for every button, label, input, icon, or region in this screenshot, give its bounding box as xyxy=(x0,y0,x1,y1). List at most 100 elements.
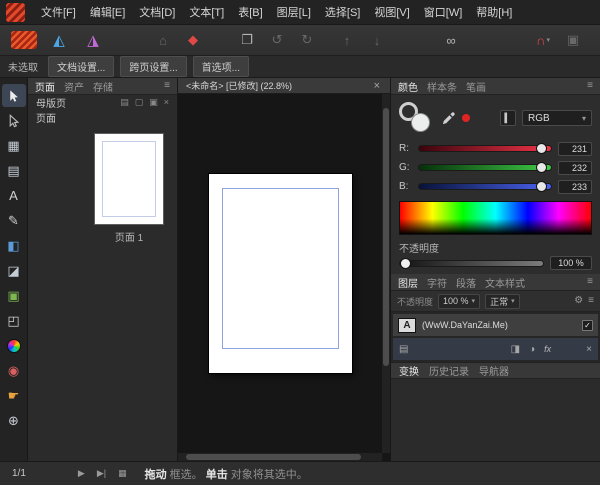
channel-r-thumb[interactable] xyxy=(536,143,547,154)
opacity-value[interactable]: 100 % xyxy=(550,256,592,270)
horizontal-scroll-thumb[interactable] xyxy=(186,454,361,460)
layer-item[interactable]: A (WwW.DaYanZai.Me) ✓ xyxy=(393,314,598,336)
menu-file[interactable]: 文件[F] xyxy=(34,0,83,24)
snapping-icon[interactable]: ∩▾ xyxy=(530,29,556,51)
tab-character[interactable]: 字符 xyxy=(427,275,447,290)
last-page-icon[interactable]: ▶| xyxy=(97,468,106,479)
adjustment-icon[interactable]: ◑ xyxy=(529,344,535,355)
document-tab[interactable]: <未命名> [已修改] (22.8%) xyxy=(186,79,292,92)
crop-tool[interactable]: ◰ xyxy=(2,309,26,332)
duplicate-page-icon[interactable]: ▣ xyxy=(149,98,158,107)
swatch-tool[interactable] xyxy=(2,334,26,357)
horizontal-scrollbar[interactable] xyxy=(178,453,382,461)
menu-table[interactable]: 表[B] xyxy=(231,0,269,24)
menu-text[interactable]: 文本[T] xyxy=(182,0,231,24)
channel-g-slider[interactable] xyxy=(418,164,552,171)
page-thumbnail[interactable] xyxy=(94,133,164,225)
vertical-scroll-thumb[interactable] xyxy=(383,108,389,366)
document-page[interactable] xyxy=(209,174,352,373)
move-tool[interactable] xyxy=(2,84,26,107)
publisher-persona-icon[interactable] xyxy=(11,31,37,49)
add-master-icon[interactable]: ▤ xyxy=(120,98,129,107)
color-format-icon[interactable]: ▍ xyxy=(500,110,516,126)
menu-layer[interactable]: 图层[L] xyxy=(270,0,318,24)
menu-edit[interactable]: 编辑[E] xyxy=(83,0,132,24)
vertical-scrollbar[interactable] xyxy=(382,94,390,453)
designer-persona-icon[interactable]: ◭ xyxy=(44,29,74,51)
close-document-icon[interactable]: × xyxy=(372,80,382,92)
pages-grid-icon[interactable]: ▦ xyxy=(118,468,127,479)
effects-icon[interactable]: fx xyxy=(544,344,551,354)
channel-b-slider[interactable] xyxy=(418,183,552,190)
color-panel-menu-icon[interactable]: ≡ xyxy=(587,81,593,91)
document-setup-button[interactable]: 文档设置... xyxy=(48,56,114,77)
tab-paragraph[interactable]: 段落 xyxy=(456,275,476,290)
tab-transform[interactable]: 变换 xyxy=(399,363,419,378)
tab-pages[interactable]: 页面 xyxy=(35,79,55,94)
channel-r-value[interactable]: 231 xyxy=(558,142,592,156)
redo-icon[interactable]: ↻ xyxy=(294,29,320,51)
menu-help[interactable]: 帮助[H] xyxy=(469,0,519,24)
color-spectrum-picker[interactable] xyxy=(399,201,592,235)
node-tool[interactable] xyxy=(2,109,26,132)
add-page-icon[interactable]: ▢ xyxy=(135,98,144,107)
move-backward-icon[interactable]: ↓ xyxy=(364,29,390,51)
zoom-tool[interactable]: ⊕ xyxy=(2,409,26,432)
channel-b-thumb[interactable] xyxy=(536,181,547,192)
menu-document[interactable]: 文档[D] xyxy=(132,0,182,24)
spread-setup-button[interactable]: 跨页设置... xyxy=(120,56,186,77)
delete-page-icon[interactable]: × xyxy=(164,98,169,107)
next-page-icon[interactable]: ▶ xyxy=(78,468,85,479)
layers-stack-icon[interactable]: ▤ xyxy=(399,344,408,355)
tab-assets[interactable]: 资产 xyxy=(64,79,84,94)
channel-r-slider[interactable] xyxy=(418,145,552,152)
blend-mode-select[interactable]: 正常 ▾ xyxy=(485,294,520,309)
preview-mode-icon[interactable]: ∞ xyxy=(438,29,464,51)
tab-color[interactable]: 颜色 xyxy=(398,79,418,94)
tab-text-styles[interactable]: 文本样式 xyxy=(485,275,525,290)
preflight-icon[interactable]: ◆ xyxy=(180,29,206,51)
opacity-thumb[interactable] xyxy=(400,258,411,269)
assistant-icon[interactable]: ▣ xyxy=(560,29,586,51)
menu-window[interactable]: 窗口[W] xyxy=(417,0,470,24)
frame-text-tool[interactable]: ▤ xyxy=(2,159,26,182)
tab-layers[interactable]: 图层 xyxy=(398,275,418,290)
pages-section-label[interactable]: 页面 xyxy=(36,110,56,125)
hand-tool[interactable]: ☛ xyxy=(2,384,26,407)
channel-g-thumb[interactable] xyxy=(536,162,547,173)
menu-select[interactable]: 选择[S] xyxy=(318,0,367,24)
picture-frame-tool[interactable]: ▣ xyxy=(2,284,26,307)
tab-stock[interactable]: 存储 xyxy=(93,79,113,94)
gear-icon[interactable]: ⚙ xyxy=(574,296,583,306)
artistic-text-tool[interactable]: A xyxy=(2,184,26,207)
tab-swatches[interactable]: 样本条 xyxy=(427,79,457,94)
canvas-viewport[interactable] xyxy=(178,94,390,461)
preferences-button[interactable]: 首选项... xyxy=(193,56,249,77)
delete-layer-icon[interactable]: × xyxy=(586,344,592,355)
color-picker-tool[interactable]: ◉ xyxy=(2,359,26,382)
move-forward-icon[interactable]: ↑ xyxy=(334,29,360,51)
layer-visibility-checkbox[interactable]: ✓ xyxy=(582,320,593,331)
menu-view[interactable]: 视图[V] xyxy=(367,0,416,24)
channel-b-value[interactable]: 233 xyxy=(558,180,592,194)
channel-g-value[interactable]: 232 xyxy=(558,161,592,175)
fill-color-swatch[interactable] xyxy=(411,113,430,132)
opacity-slider[interactable] xyxy=(399,260,544,267)
table-tool[interactable]: ▦ xyxy=(2,134,26,157)
page-thumbnail-item[interactable]: 页面 1 xyxy=(28,125,177,244)
place-icon[interactable]: ⌂ xyxy=(150,29,176,51)
fill-tool[interactable]: ◧ xyxy=(2,234,26,257)
tab-stroke[interactable]: 笔画 xyxy=(466,79,486,94)
transparency-tool[interactable]: ◪ xyxy=(2,259,26,282)
mask-icon[interactable]: ◨ xyxy=(511,344,520,355)
tab-history[interactable]: 历史记录 xyxy=(429,363,469,378)
masters-section-label[interactable]: 母版页 xyxy=(36,95,66,110)
eyedropper-icon[interactable] xyxy=(441,111,456,126)
pen-tool[interactable]: ✎ xyxy=(2,209,26,232)
color-mode-select[interactable]: RGB ▾ xyxy=(522,110,592,126)
layer-opacity-select[interactable]: 100 % ▾ xyxy=(438,294,480,309)
panel-menu-icon[interactable]: ≡ xyxy=(164,81,170,91)
tab-navigator[interactable]: 导航器 xyxy=(479,363,509,378)
undo-icon[interactable]: ↺ xyxy=(264,29,290,51)
add-pages-icon[interactable]: ❐ xyxy=(234,29,260,51)
